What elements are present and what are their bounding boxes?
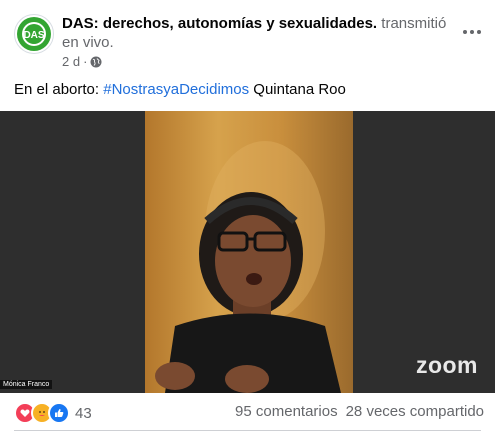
post-header: DAS DAS: derechos, autonomías y sexualid… (14, 12, 484, 72)
post-text-before: En el aborto: (14, 81, 104, 98)
comments-count-link[interactable]: 95 comentarios (235, 403, 338, 420)
more-options-icon[interactable] (460, 22, 484, 42)
shares-count-link[interactable]: 28 veces compartido (346, 403, 484, 420)
engagement-stats: 95 comentarios 28 veces compartido (235, 403, 484, 420)
post-text: En el aborto: #NostrasyaDecidimos Quinta… (14, 80, 346, 100)
post-footer: 43 95 comentarios 28 veces compartido (14, 400, 484, 424)
globe-icon[interactable] (90, 56, 102, 68)
post-card: DAS DAS: derechos, autonomías y sexualid… (0, 0, 495, 436)
page-avatar[interactable]: DAS (14, 14, 54, 54)
post-title: DAS: derechos, autonomías y sexualidades… (62, 14, 462, 52)
like-reaction-icon (48, 402, 70, 424)
video-player[interactable]: zoom Mónica Franco (0, 111, 495, 393)
post-meta: 2 d · (62, 54, 102, 69)
zoom-watermark: zoom (415, 352, 478, 378)
avatar-logo-icon: DAS (17, 17, 51, 51)
footer-divider (14, 430, 481, 431)
reactions-summary[interactable]: 43 (14, 402, 92, 424)
hashtag-link[interactable]: #NostrasyaDecidimos (103, 81, 249, 98)
speaker-image (155, 141, 341, 393)
participant-name-tag: Mónica Franco (0, 380, 53, 389)
avatar-logo-text: DAS (23, 30, 44, 41)
video-frame (145, 111, 353, 393)
meta-separator: · (83, 54, 88, 69)
reaction-count[interactable]: 43 (75, 405, 92, 422)
post-text-after: Quintana Roo (249, 81, 346, 98)
page-name-link[interactable]: DAS: derechos, autonomías y sexualidades… (62, 15, 377, 32)
post-timestamp[interactable]: 2 d (62, 54, 80, 69)
